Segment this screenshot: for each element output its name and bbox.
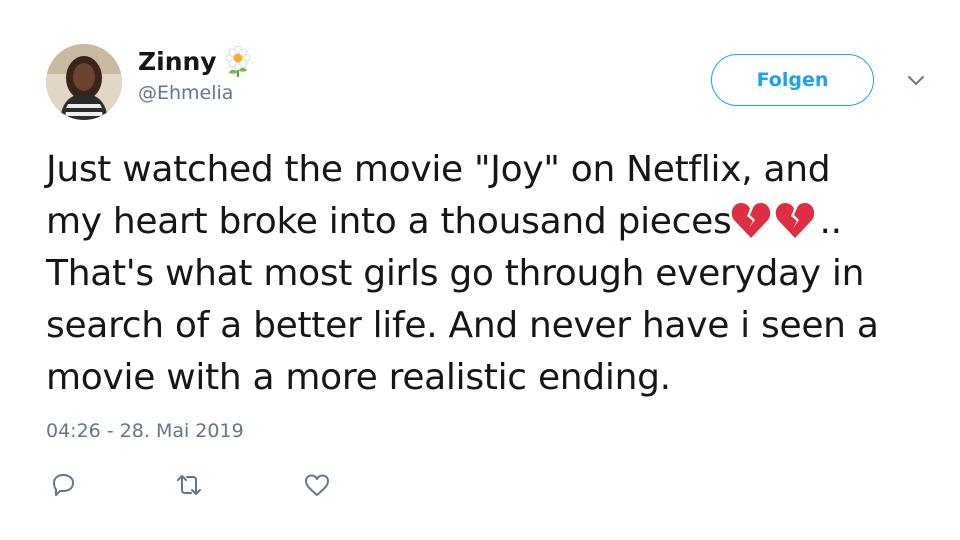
reply-icon[interactable] xyxy=(48,470,78,500)
avatar[interactable] xyxy=(46,44,122,120)
tweet-card: Zinny @Ehmelia Folgen Just watched the m… xyxy=(0,0,960,540)
tweet-line: my heart broke into a thousand pieces.. xyxy=(46,196,946,248)
retweet-icon[interactable] xyxy=(174,470,204,500)
flower-icon xyxy=(223,45,253,78)
timestamp[interactable]: 04:26 - 28. Mai 2019 xyxy=(46,420,244,442)
tweet-line: Just watched the movie "Joy" on Netflix,… xyxy=(46,149,831,190)
tweet-line-text: my heart broke into a thousand pieces xyxy=(46,201,732,242)
display-name-row[interactable]: Zinny xyxy=(138,45,253,78)
tweet-line: search of a better life. And never have … xyxy=(46,305,879,346)
follow-button[interactable]: Folgen xyxy=(711,54,874,106)
tweet-line: That's what most girls go through everyd… xyxy=(46,253,865,294)
chevron-down-icon[interactable] xyxy=(904,68,928,92)
tweet-text: Just watched the movie "Joy" on Netflix,… xyxy=(46,144,946,404)
user-handle[interactable]: @Ehmelia xyxy=(138,82,253,104)
tweet-line: movie with a more realistic ending. xyxy=(46,357,671,398)
broken-heart-icon xyxy=(775,201,815,239)
like-icon[interactable] xyxy=(302,470,332,500)
display-name[interactable]: Zinny xyxy=(138,47,217,77)
user-info: Zinny @Ehmelia xyxy=(138,45,253,104)
tweet-line-text: .. xyxy=(819,201,842,242)
broken-heart-icon xyxy=(731,201,771,239)
